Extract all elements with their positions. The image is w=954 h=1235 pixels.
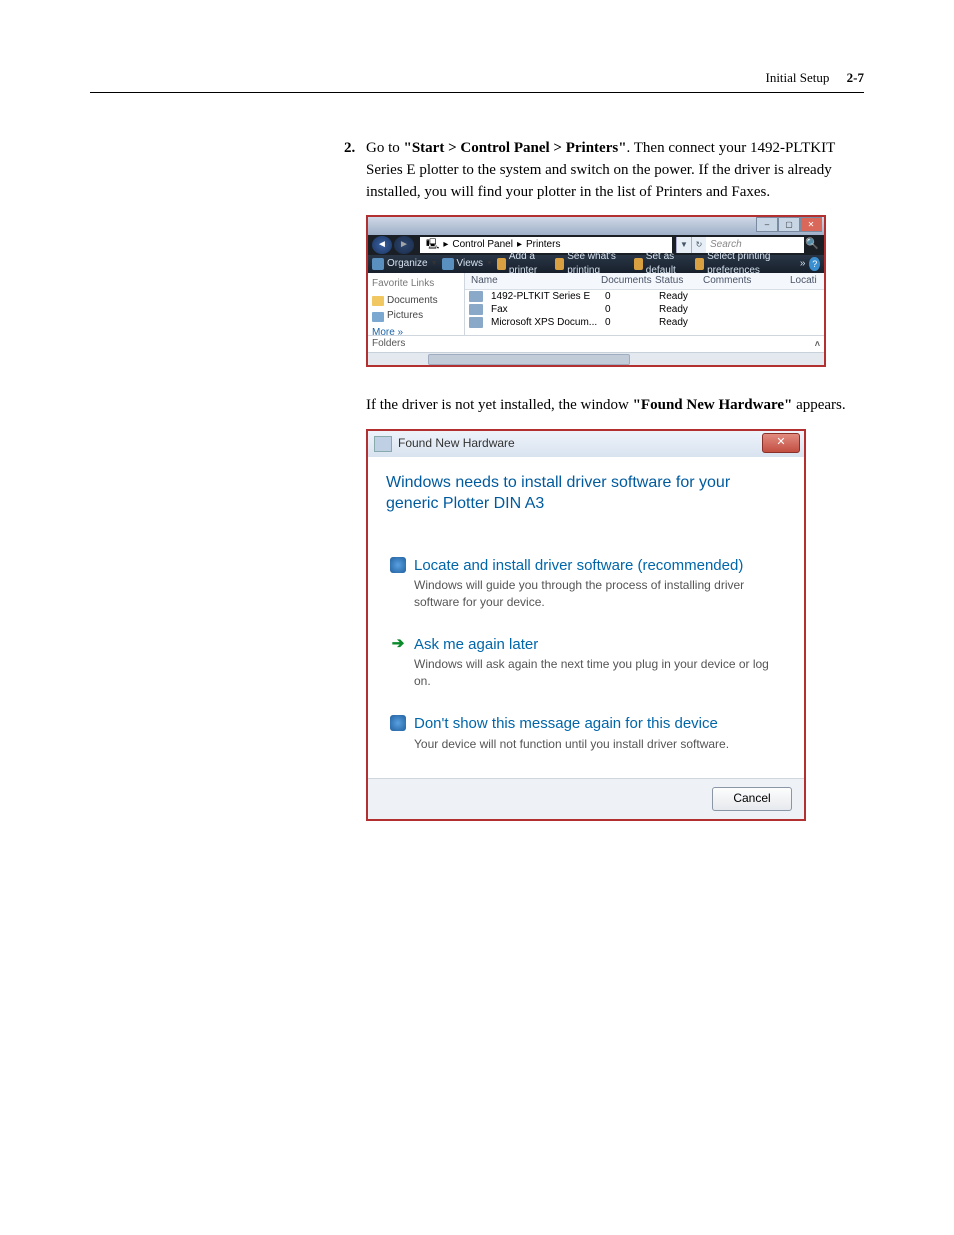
dialog-titlebar: Found New Hardware ✕ (368, 431, 804, 457)
printer-icon (469, 304, 483, 315)
arrow-icon: ➔ (390, 636, 406, 652)
explorer-body: Favorite Links Documents Pictures More »… (368, 273, 824, 335)
body-content: 2. Go to "Start > Control Panel > Printe… (366, 138, 864, 849)
list-pane: Name Documents Status Comments Locati 14… (464, 273, 824, 335)
option-locate-install[interactable]: Locate and install driver software (reco… (386, 547, 786, 618)
printer-icon (469, 291, 483, 302)
mid-pre: If the driver is not yet installed, the … (366, 397, 633, 413)
horizontal-scrollbar[interactable] (368, 352, 824, 365)
option-desc: Your device will not function until you … (414, 736, 729, 752)
organize-icon (372, 258, 384, 270)
option-desc: Windows will guide you through the proce… (414, 577, 782, 609)
breadcrumb-root-icon: 🖳 (426, 238, 439, 253)
pictures-icon (372, 312, 384, 322)
option-desc: Windows will ask again the next time you… (414, 656, 782, 688)
shield-icon (390, 715, 406, 731)
toolbar: Organize ▼ Views ▼ Add a printer See wha… (368, 255, 824, 273)
step-path: "Start > Control Panel > Printers" (404, 140, 627, 156)
option-title: Locate and install driver software (reco… (414, 555, 782, 577)
folder-icon (372, 296, 384, 306)
dialog-footer: Cancel (368, 778, 804, 819)
window-controls: – ▢ ✕ (756, 217, 822, 232)
table-row[interactable]: Fax 0 Ready (465, 303, 824, 316)
col-name[interactable]: Name (465, 274, 601, 289)
views-menu[interactable]: Views ▼ (442, 257, 493, 272)
window-titlebar: – ▢ ✕ (368, 217, 824, 235)
option-dont-show[interactable]: Don't show this message again for this d… (386, 705, 786, 760)
sidebar-item-pictures[interactable]: Pictures (372, 309, 460, 324)
option-title: Ask me again later (414, 634, 782, 656)
close-button[interactable]: ✕ (800, 217, 822, 232)
page-header: Initial Setup 2-7 (765, 70, 864, 86)
printing-prefs-icon (695, 258, 704, 270)
option-title: Don't show this message again for this d… (414, 713, 729, 735)
add-printer-icon (497, 258, 506, 270)
step-2-paragraph: 2. Go to "Start > Control Panel > Printe… (366, 138, 864, 203)
col-location[interactable]: Locati (790, 274, 824, 289)
search-icon[interactable]: 🔍 (804, 237, 820, 253)
favorite-links-header: Favorite Links (372, 277, 460, 292)
table-row[interactable]: 1492-PLTKIT Series E 0 Ready (465, 290, 824, 303)
toolbar-overflow[interactable]: » (800, 257, 806, 272)
minimize-button[interactable]: – (756, 217, 778, 232)
maximize-button[interactable]: ▢ (778, 217, 800, 232)
dialog-message: Windows needs to install driver software… (386, 473, 786, 515)
option-ask-later[interactable]: ➔ Ask me again later Windows will ask ag… (386, 626, 786, 697)
sidebar: Favorite Links Documents Pictures More » (368, 273, 464, 335)
step-number: 2. (344, 138, 355, 160)
mid-post: appears. (792, 397, 845, 413)
col-status[interactable]: Status (655, 274, 703, 289)
section-title: Initial Setup (765, 70, 829, 85)
dialog-body: Windows needs to install driver software… (368, 457, 804, 778)
cancel-button[interactable]: Cancel (712, 787, 792, 811)
close-button[interactable]: ✕ (762, 433, 800, 453)
list-header: Name Documents Status Comments Locati (465, 273, 824, 290)
col-comments[interactable]: Comments (703, 274, 790, 289)
set-default-icon (634, 258, 643, 270)
views-icon (442, 258, 454, 270)
hardware-icon (374, 436, 392, 452)
see-printing-icon (555, 258, 564, 270)
dialog-title: Found New Hardware (398, 435, 515, 452)
page-number: 2-7 (847, 70, 864, 85)
header-rule (90, 92, 864, 93)
step-text-pre: Go to (366, 140, 404, 156)
chevron-up-icon: ˄ (815, 338, 820, 351)
scrollbar-thumb[interactable] (428, 354, 630, 365)
shield-icon (390, 557, 406, 573)
found-new-hardware-figure: Found New Hardware ✕ Windows needs to in… (366, 429, 806, 821)
table-row[interactable]: Microsoft XPS Docum... 0 Ready (465, 316, 824, 329)
sidebar-item-documents[interactable]: Documents (372, 294, 460, 309)
mid-bold: "Found New Hardware" (633, 397, 793, 413)
mid-paragraph: If the driver is not yet installed, the … (366, 395, 864, 417)
printers-window-figure: – ▢ ✕ ◄ ► 🖳▸ Control Panel▸ Printers ▼ ↻… (366, 215, 826, 367)
col-documents[interactable]: Documents (601, 274, 655, 289)
organize-menu[interactable]: Organize ▼ (372, 257, 438, 272)
forward-button[interactable]: ► (394, 236, 414, 254)
printer-icon (469, 317, 483, 328)
back-button[interactable]: ◄ (372, 236, 392, 254)
folders-label: Folders (372, 337, 405, 352)
help-icon[interactable]: ? (809, 257, 820, 271)
